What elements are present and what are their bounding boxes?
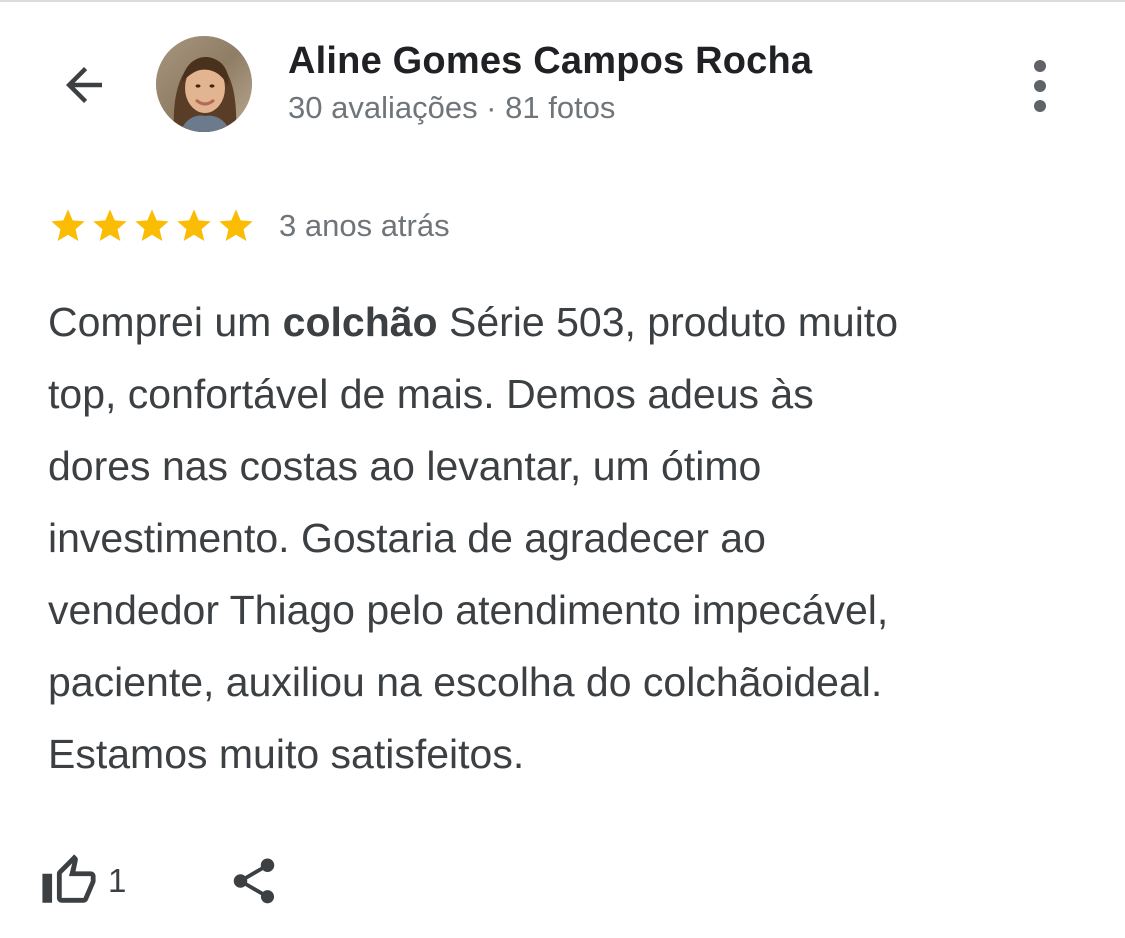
review-text-line-5: vendedor Thiago pelo atendimento impecáv… [48, 587, 889, 633]
like-count: 1 [108, 862, 127, 899]
review-text-line-2: top, confortável de mais. Demos adeus às [48, 371, 814, 417]
review-text-line-7: Estamos muito satisfeitos. [48, 731, 525, 777]
star-icon [135, 209, 169, 241]
star-icon [177, 209, 211, 241]
star-rating [48, 206, 256, 246]
review-actions: 1 [40, 846, 284, 916]
reviewer-stats: 30 avaliações · 81 fotos [288, 90, 616, 125]
star-icon [51, 209, 85, 241]
thumb-up-icon [42, 854, 96, 903]
star-icon [93, 209, 127, 241]
review-text-line-1: Comprei um colchão Série 503, produto mu… [48, 286, 1088, 358]
share-icon [234, 858, 275, 904]
reviewer-name[interactable]: Aline Gomes Campos Rocha [288, 40, 812, 83]
more-vert-icon [1034, 60, 1046, 112]
avatar-photo [156, 36, 252, 132]
rating-row: 3 anos atrás [48, 202, 450, 250]
star-icon [219, 209, 253, 241]
review-text: Comprei um colchão Série 503, produto mu… [48, 286, 1088, 790]
review-text-highlight: colchão [282, 299, 438, 345]
review-text-segment: Comprei um [48, 299, 283, 345]
review-time: 3 anos atrás [279, 208, 450, 243]
review-header: Aline Gomes Campos Rocha 30 avaliações ·… [0, 0, 1125, 170]
review-text-line-4: investimento. Gostaria de agradecer ao [48, 515, 766, 561]
more-options-button[interactable] [1012, 54, 1068, 118]
like-button[interactable]: 1 [40, 846, 126, 916]
avatar[interactable] [156, 36, 252, 132]
arrow-back-icon [66, 67, 102, 103]
back-button[interactable] [46, 50, 122, 120]
review-text-line-3: dores nas costas ao levantar, um ótimo [48, 443, 762, 489]
review-text-segment: Série 503, produto muito [437, 299, 898, 345]
review-text-line-6: paciente, auxiliou na escolha do colchão… [48, 659, 883, 705]
share-button[interactable] [224, 846, 284, 916]
